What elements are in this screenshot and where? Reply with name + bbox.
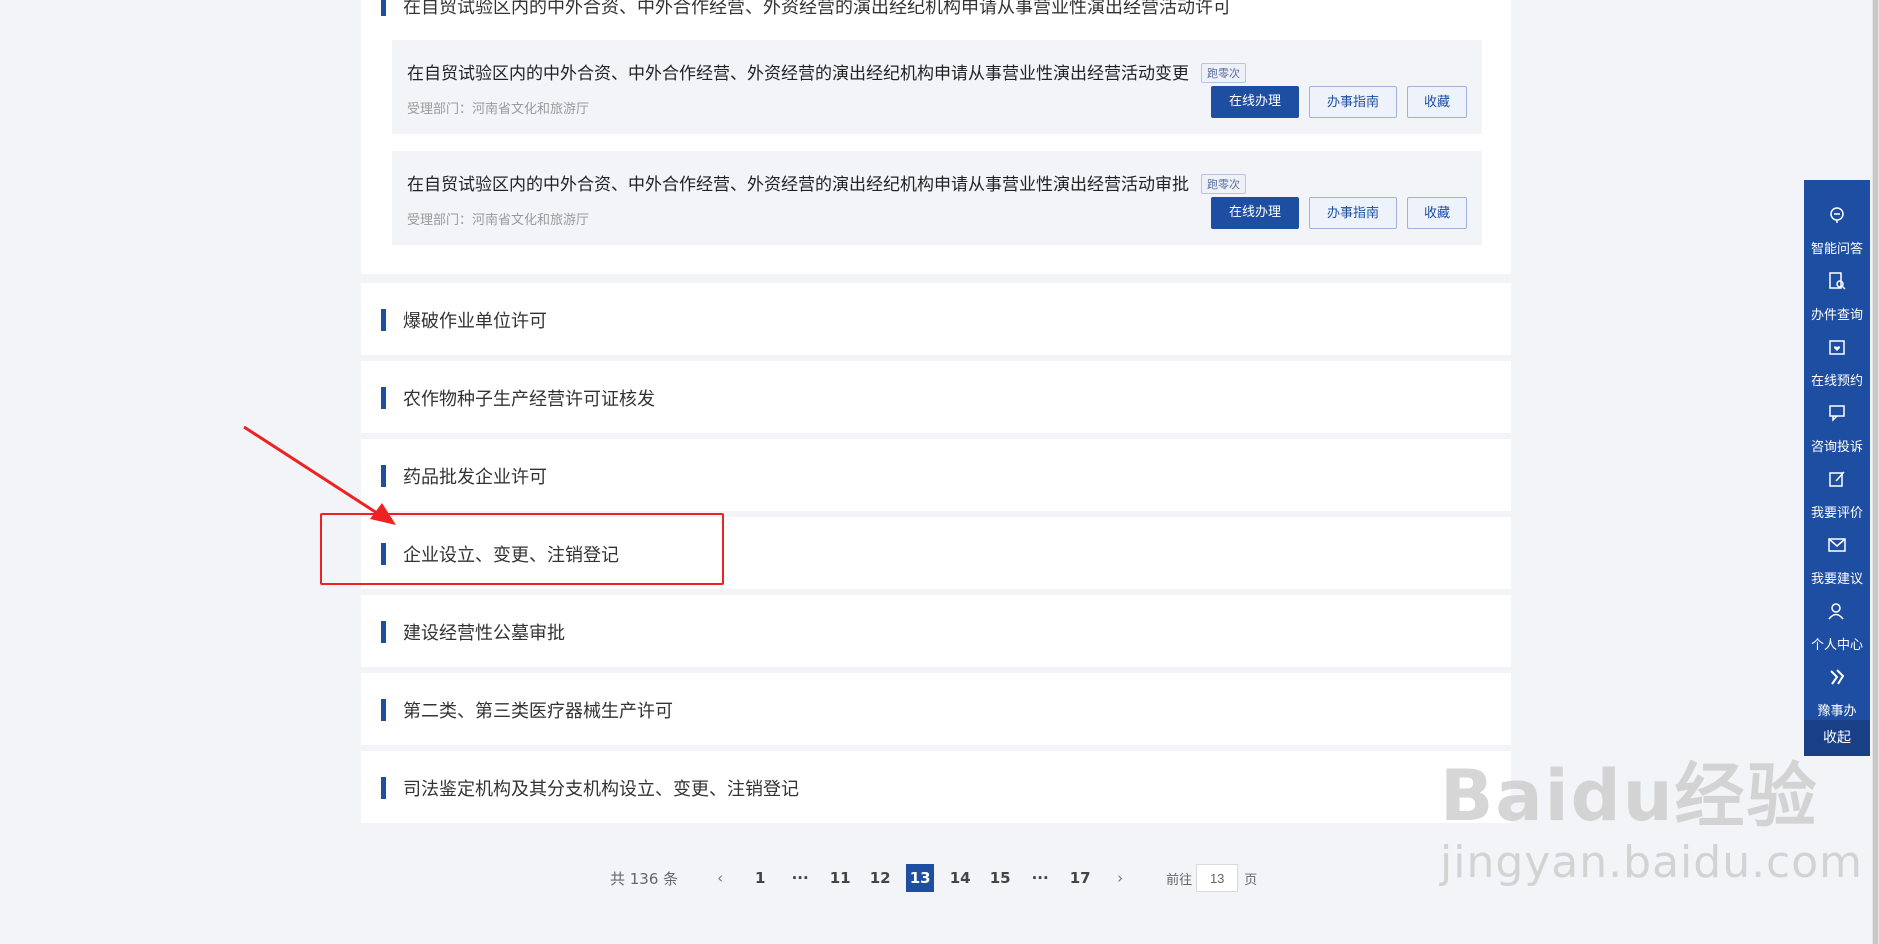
goto-page-input[interactable] <box>1196 864 1239 892</box>
department-label: 受理部门：河南省文化和旅游厅 <box>407 213 590 228</box>
expanded-service-title[interactable]: 在自贸试验区内的中外合资、中外合作经营、外资经营的演出经纪机构申请从事营业性演出… <box>403 0 1231 19</box>
sidebar-item-label: 在线预约 <box>1810 374 1863 389</box>
watermark-logo: Baidu经验 <box>1440 755 1819 837</box>
annotation-arrow-icon <box>243 425 396 525</box>
department-label: 受理部门：河南省文化和旅游厅 <box>407 102 590 117</box>
robot-icon <box>1830 207 1844 223</box>
goto-prefix-label: 前往 <box>1166 872 1193 888</box>
yushiban-logo-icon <box>1830 669 1845 685</box>
sidebar-item-yushiban[interactable]: 豫事办 <box>1804 652 1870 719</box>
scrollbar-thumb[interactable] <box>1873 0 1878 944</box>
sidebar-item-label: 智能问答 <box>1810 242 1863 257</box>
item-accent-bar <box>381 699 386 721</box>
service-list-item[interactable]: 爆破作业单位许可 <box>361 283 1511 355</box>
section-accent-bar <box>381 0 386 16</box>
service-item-label[interactable]: 司法鉴定机构及其分支机构设立、变更、注销登记 <box>403 775 799 801</box>
sidebar-item-label: 个人中心 <box>1810 638 1863 653</box>
favorite-button[interactable]: 收藏 <box>1407 86 1467 118</box>
mail-icon <box>1828 538 1846 552</box>
sub-service-card: 在自贸试验区内的中外合资、中外合作经营、外资经营的演出经纪机构申请从事营业性演出… <box>392 40 1482 134</box>
page-scrollbar[interactable] <box>1872 0 1879 944</box>
edit-icon <box>1829 471 1845 487</box>
service-item-label[interactable]: 建设经营性公墓审批 <box>403 619 565 645</box>
sub-service-title[interactable]: 在自贸试验区内的中外合资、中外合作经营、外资经营的演出经纪机构申请从事营业性演出… <box>407 59 1246 84</box>
online-apply-button[interactable]: 在线办理 <box>1211 197 1299 229</box>
page-button[interactable]: 14 <box>946 864 974 892</box>
sidebar-item-online-booking[interactable]: 在线预约 <box>1804 322 1870 389</box>
guide-button[interactable]: 办事指南 <box>1309 197 1397 229</box>
watermark-url: jingyan.baidu.com <box>1440 837 1864 888</box>
online-apply-button[interactable]: 在线办理 <box>1211 86 1299 118</box>
next-page-button[interactable]: › <box>1106 864 1134 892</box>
service-item-label[interactable]: 爆破作业单位许可 <box>403 307 547 333</box>
calendar-heart-icon <box>1829 340 1845 355</box>
guide-button[interactable]: 办事指南 <box>1309 86 1397 118</box>
sub-service-title[interactable]: 在自贸试验区内的中外合资、中外合作经营、外资经营的演出经纪机构申请从事营业性演出… <box>407 170 1246 195</box>
service-list-item[interactable]: 第二类、第三类医疗器械生产许可 <box>361 673 1511 745</box>
service-item-label[interactable]: 药品批发企业许可 <box>403 463 547 489</box>
sidebar-item-consult-complain[interactable]: 咨询投诉 <box>1804 388 1870 455</box>
user-icon <box>1828 603 1844 620</box>
service-list-item[interactable]: 药品批发企业许可 <box>361 439 1511 511</box>
page-ellipsis-button[interactable]: ··· <box>786 864 814 892</box>
sidebar-item-label: 豫事办 <box>1817 704 1857 719</box>
page-button[interactable]: 1 <box>746 864 774 892</box>
baidu-jingyan-watermark: Baidu经验 jingyan.baidu.com <box>1440 740 1863 888</box>
sidebar-item-label: 咨询投诉 <box>1810 440 1863 455</box>
service-list-item[interactable]: 建设经营性公墓审批 <box>361 595 1511 667</box>
item-accent-bar <box>381 621 386 643</box>
goto-suffix-label: 页 <box>1244 872 1258 888</box>
service-item-label[interactable]: 农作物种子生产经营许可证核发 <box>403 385 655 411</box>
sidebar-item-personal-center[interactable]: 个人中心 <box>1804 586 1870 653</box>
floating-sidebar: 智能问答 办件查询 在线预约 咨询投诉 我要评价 我要建议 个人中心 豫事办 收… <box>1804 180 1870 756</box>
sidebar-item-suggest[interactable]: 我要建议 <box>1804 520 1870 587</box>
service-list-item[interactable]: 司法鉴定机构及其分支机构设立、变更、注销登记 <box>361 751 1511 823</box>
service-list-item[interactable]: 农作物种子生产经营许可证核发 <box>361 361 1511 433</box>
page-ellipsis-button[interactable]: ··· <box>1026 864 1054 892</box>
page-button[interactable]: 17 <box>1066 864 1094 892</box>
page-button[interactable]: 12 <box>866 864 894 892</box>
sidebar-item-label: 我要评价 <box>1810 506 1863 521</box>
chat-icon <box>1829 405 1845 422</box>
page: 在自贸试验区内的中外合资、中外合作经营、外资经营的演出经纪机构申请从事营业性演出… <box>0 0 1879 944</box>
current-page-button[interactable]: 13 <box>906 864 935 892</box>
sub-service-title-text[interactable]: 在自贸试验区内的中外合资、中外合作经营、外资经营的演出经纪机构申请从事营业性演出… <box>407 64 1189 84</box>
sub-service-card: 在自贸试验区内的中外合资、中外合作经营、外资经营的演出经纪机构申请从事营业性演出… <box>392 151 1482 245</box>
favorite-button[interactable]: 收藏 <box>1407 197 1467 229</box>
page-button[interactable]: 15 <box>986 864 1014 892</box>
sidebar-item-smart-qa[interactable]: 智能问答 <box>1804 190 1870 257</box>
page-button[interactable]: 11 <box>826 864 854 892</box>
sidebar-item-label: 办件查询 <box>1810 308 1863 323</box>
prev-page-button[interactable]: ‹ <box>706 864 734 892</box>
zero-visit-tag: 跑零次 <box>1201 63 1246 83</box>
item-accent-bar <box>381 387 386 409</box>
document-search-icon <box>1829 272 1846 290</box>
sidebar-item-evaluate[interactable]: 我要评价 <box>1804 454 1870 521</box>
sub-service-title-text[interactable]: 在自贸试验区内的中外合资、中外合作经营、外资经营的演出经纪机构申请从事营业性演出… <box>407 175 1189 195</box>
sidebar-item-label: 我要建议 <box>1810 572 1863 587</box>
total-count: 共 136 条 <box>610 869 679 888</box>
sidebar-item-case-query[interactable]: 办件查询 <box>1804 256 1870 323</box>
item-accent-bar <box>381 777 386 799</box>
expanded-service-panel: 在自贸试验区内的中外合资、中外合作经营、外资经营的演出经纪机构申请从事营业性演出… <box>361 0 1511 274</box>
item-accent-bar <box>381 309 386 331</box>
pagination: 共 136 条 ‹ 1 ··· 11 12 13 14 15 ··· 17 › … <box>610 863 1257 893</box>
service-item-label[interactable]: 第二类、第三类医疗器械生产许可 <box>403 697 673 723</box>
zero-visit-tag: 跑零次 <box>1201 174 1246 194</box>
